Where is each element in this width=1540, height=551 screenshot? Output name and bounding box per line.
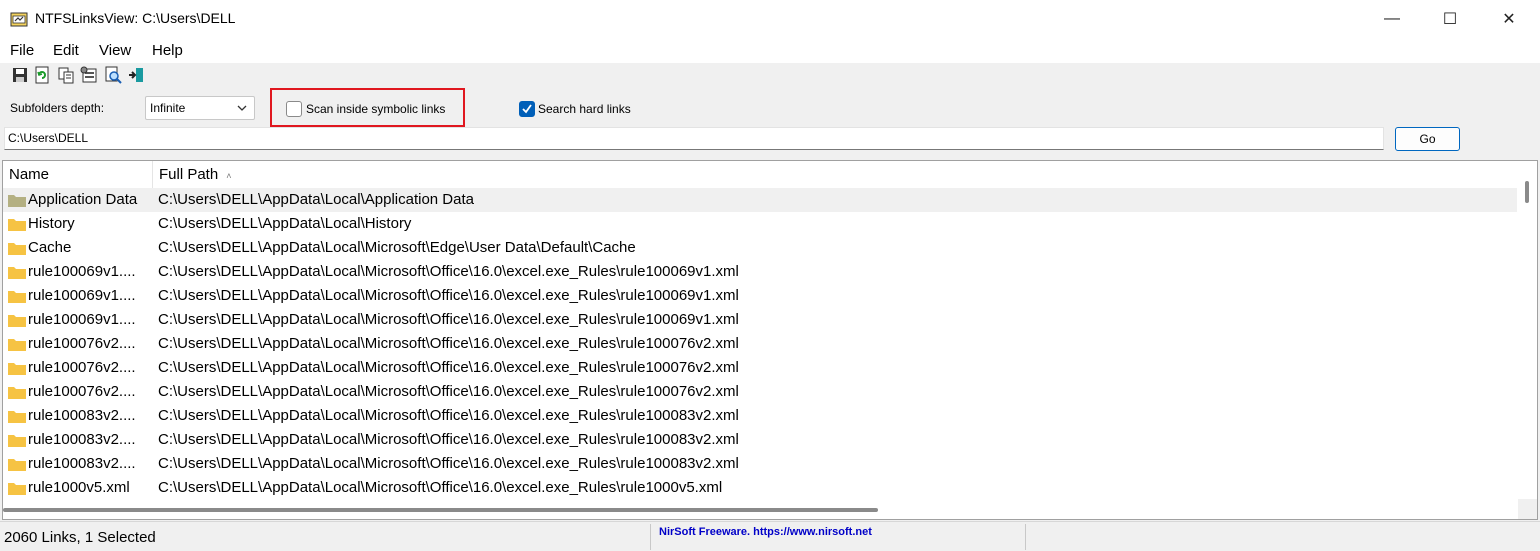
folder-icon (8, 339, 26, 351)
menu-edit[interactable]: Edit (53, 42, 79, 59)
sort-ascending-icon: ˄ (226, 171, 232, 181)
subfolders-depth-label: Subfolders depth: (10, 101, 105, 115)
folder-icon (8, 435, 26, 447)
menu-file[interactable]: File (10, 42, 34, 59)
scan-symbolic-links-label[interactable]: Scan inside symbolic links (306, 102, 445, 116)
folder-icon (8, 387, 26, 399)
column-full-path[interactable]: Full Path ˄ (153, 161, 1517, 189)
row-name: History (28, 215, 75, 232)
vertical-scroll-thumb[interactable] (1525, 181, 1529, 203)
folder-path-input[interactable]: C:\Users\DELL (4, 127, 1384, 150)
close-button[interactable]: ✕ (1480, 0, 1538, 38)
row-name: rule100083v2.... (28, 455, 136, 472)
row-full-path: C:\Users\DELL\AppData\Local\History (158, 215, 412, 232)
subfolders-depth-value: Infinite (150, 101, 186, 115)
menu-view[interactable]: View (99, 42, 131, 59)
folder-icon (8, 363, 26, 375)
maximize-button[interactable]: ☐ (1421, 0, 1479, 38)
folder-icon (8, 219, 26, 231)
row-name: rule1000v5.xml (28, 479, 130, 496)
folder-icon (8, 195, 26, 207)
row-full-path: C:\Users\DELL\AppData\Local\Microsoft\Of… (158, 383, 739, 400)
table-row[interactable]: Cache C:\Users\DELL\AppData\Local\Microso… (3, 236, 1517, 260)
title-bar: NTFSLinksView: C:\Users\DELL — ☐ ✕ (0, 0, 1540, 38)
table-row[interactable]: rule100076v2.... C:\Users\DELL\AppData\Lo… (3, 356, 1517, 380)
row-name: rule100076v2.... (28, 359, 136, 376)
folder-icon (8, 483, 26, 495)
table-row[interactable]: Application Data C:\Users\DELL\AppData\Lo… (3, 188, 1517, 212)
row-full-path: C:\Users\DELL\AppData\Local\Microsoft\Of… (158, 263, 739, 280)
folder-icon (8, 411, 26, 423)
table-row[interactable]: rule100083v2.... C:\Users\DELL\AppData\Lo… (3, 428, 1517, 452)
row-full-path: C:\Users\DELL\AppData\Local\Microsoft\Of… (158, 407, 739, 424)
column-name[interactable]: Name (3, 161, 153, 189)
folder-icon (8, 291, 26, 303)
table-row[interactable]: rule1000v5.xml C:\Users\DELL\AppData\Loca… (3, 476, 1517, 500)
folder-icon (8, 459, 26, 471)
column-name-label: Name (9, 166, 50, 183)
status-separator (650, 524, 651, 550)
table-row[interactable]: rule100083v2.... C:\Users\DELL\AppData\Lo… (3, 452, 1517, 476)
vertical-scrollbar[interactable] (1518, 161, 1537, 499)
row-name: rule100069v1.... (28, 263, 136, 280)
checkmark-icon (522, 104, 532, 114)
table-row[interactable]: rule100083v2.... C:\Users\DELL\AppData\Lo… (3, 404, 1517, 428)
table-row[interactable]: rule100076v2.... C:\Users\DELL\AppData\Lo… (3, 380, 1517, 404)
status-bar: 2060 Links, 1 Selected NirSoft Freeware.… (0, 521, 1540, 551)
search-hard-links-label[interactable]: Search hard links (538, 102, 631, 116)
app-icon (10, 12, 28, 27)
row-name: rule100069v1.... (28, 311, 136, 328)
row-name: rule100083v2.... (28, 407, 136, 424)
row-full-path: C:\Users\DELL\AppData\Local\Microsoft\Of… (158, 455, 739, 472)
table-row[interactable]: rule100069v1.... C:\Users\DELL\AppData\Lo… (3, 260, 1517, 284)
save-icon[interactable] (11, 66, 29, 84)
status-separator (1025, 524, 1026, 550)
scrollbar-corner (1518, 499, 1537, 519)
row-full-path: C:\Users\DELL\AppData\Local\Application … (158, 191, 474, 208)
row-full-path: C:\Users\DELL\AppData\Local\Microsoft\Of… (158, 287, 739, 304)
menu-bar: File Edit View Help (0, 38, 1540, 63)
row-full-path: C:\Users\DELL\AppData\Local\Microsoft\Of… (158, 431, 739, 448)
folder-icon (8, 243, 26, 255)
refresh-icon[interactable] (33, 66, 51, 84)
row-name: rule100069v1.... (28, 287, 136, 304)
go-button[interactable]: Go (1395, 127, 1460, 151)
row-name: rule100076v2.... (28, 335, 136, 352)
row-name: Application Data (28, 191, 138, 208)
row-full-path: C:\Users\DELL\AppData\Local\Microsoft\Of… (158, 311, 739, 328)
copy-icon[interactable] (57, 66, 75, 84)
row-name: Cache (28, 239, 72, 256)
column-header: Name Full Path ˄ (3, 161, 1537, 189)
find-icon[interactable] (104, 66, 122, 84)
horizontal-scrollbar[interactable] (3, 499, 1518, 519)
row-full-path: C:\Users\DELL\AppData\Local\Microsoft\Ed… (158, 239, 636, 256)
table-row[interactable]: rule100076v2.... C:\Users\DELL\AppData\Lo… (3, 332, 1517, 356)
minimize-button[interactable]: — (1363, 0, 1421, 38)
links-list[interactable]: Name Full Path ˄ Application Data C:\Users… (2, 160, 1538, 520)
scan-symbolic-links-checkbox[interactable] (286, 101, 302, 117)
menu-help[interactable]: Help (152, 42, 183, 59)
folder-icon (8, 267, 26, 279)
subfolders-depth-select[interactable]: Infinite (145, 96, 255, 120)
row-name: rule100083v2.... (28, 431, 136, 448)
table-row[interactable]: History C:\Users\DELL\AppData\Local\Histo… (3, 212, 1517, 236)
row-full-path: C:\Users\DELL\AppData\Local\Microsoft\Of… (158, 359, 739, 376)
status-summary: 2060 Links, 1 Selected (4, 529, 156, 546)
chevron-down-icon (237, 105, 247, 111)
properties-icon[interactable] (80, 66, 98, 84)
window-title: NTFSLinksView: C:\Users\DELL (35, 10, 236, 26)
horizontal-scroll-thumb[interactable] (3, 508, 878, 512)
row-name: rule100076v2.... (28, 383, 136, 400)
search-hard-links-checkbox[interactable] (519, 101, 535, 117)
nirsoft-link[interactable]: NirSoft Freeware. https://www.nirsoft.ne… (659, 526, 872, 538)
exit-icon[interactable] (127, 66, 145, 84)
table-row[interactable]: rule100069v1.... C:\Users\DELL\AppData\Lo… (3, 308, 1517, 332)
column-full-path-label: Full Path (159, 166, 219, 183)
row-full-path: C:\Users\DELL\AppData\Local\Microsoft\Of… (158, 479, 723, 496)
folder-icon (8, 315, 26, 327)
table-row[interactable]: rule100069v1.... C:\Users\DELL\AppData\Lo… (3, 284, 1517, 308)
row-full-path: C:\Users\DELL\AppData\Local\Microsoft\Of… (158, 335, 739, 352)
